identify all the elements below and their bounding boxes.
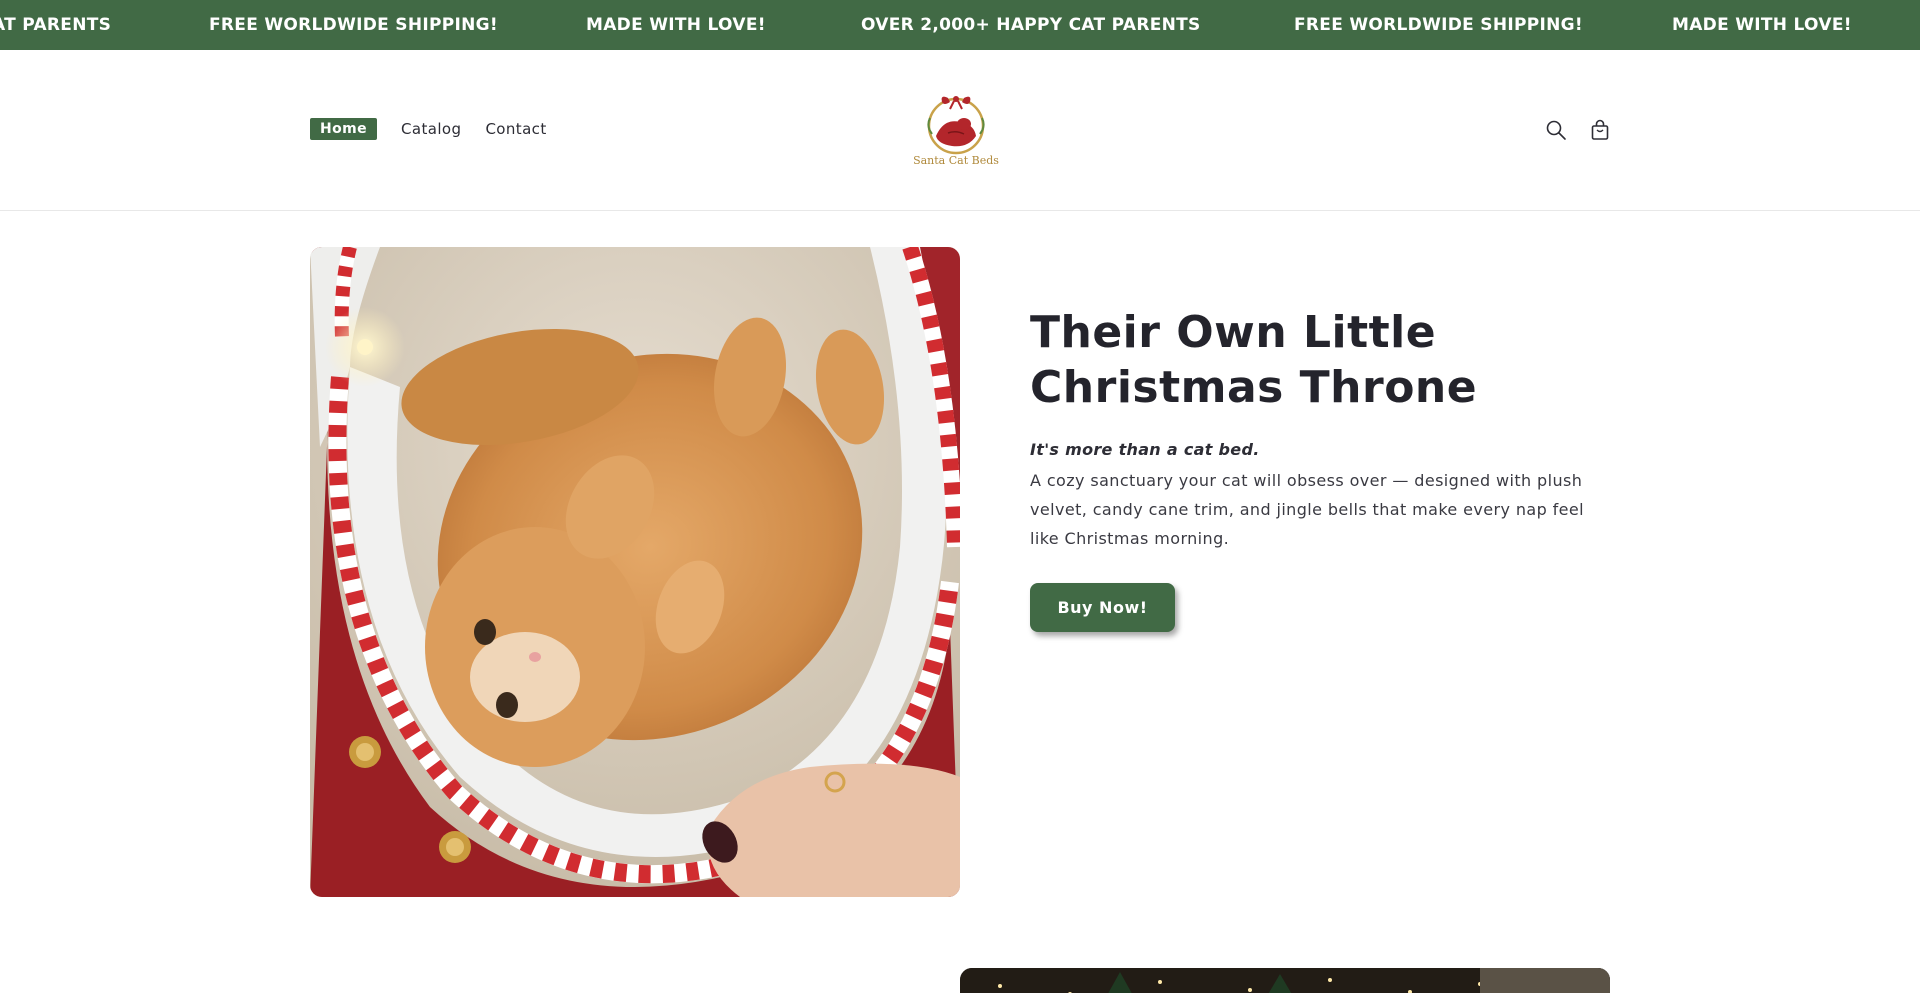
announcement-item: MADE WITH LOVE!	[586, 15, 766, 35]
buy-now-button[interactable]: Buy Now!	[1030, 583, 1175, 632]
announcement-item: FREE WORLDWIDE SHIPPING!	[1294, 15, 1583, 35]
site-logo[interactable]: Santa Cat Beds	[908, 88, 1004, 172]
announcement-item: AT PARENTS	[0, 15, 112, 35]
announcement-item: OVER 2,000+ HAPPY CAT PARENTS	[861, 15, 1201, 35]
hero-description: A cozy sanctuary your cat will obsess ov…	[1030, 471, 1584, 548]
nav-contact-link[interactable]: Contact	[485, 120, 546, 138]
search-icon[interactable]	[1544, 118, 1568, 142]
cart-icon[interactable]	[1588, 118, 1612, 142]
site-header: Home Catalog Contact Santa Cat Beds	[0, 50, 1920, 211]
section-image	[960, 968, 1610, 993]
nav-catalog-link[interactable]: Catalog	[401, 120, 461, 138]
main-nav: Home Catalog Contact	[310, 118, 571, 140]
cat-in-christmas-bed-image	[310, 247, 960, 897]
announcement-item: MADE WITH LOVE!	[1672, 15, 1852, 35]
santa-cat-logo-icon	[927, 96, 985, 155]
hero-title: Their Own Little Christmas Throne	[1030, 305, 1590, 415]
christmas-lights-image	[960, 968, 1610, 993]
nav-home-link[interactable]: Home	[310, 118, 378, 140]
hero-product-image	[310, 247, 960, 897]
hero-title-line-1: Their Own Little	[1030, 307, 1437, 358]
announcement-bar: AT PARENTS FREE WORLDWIDE SHIPPING! MADE…	[0, 0, 1920, 50]
logo-text: Santa Cat Beds	[913, 154, 999, 167]
hero-tagline: It's more than a cat bed.	[1030, 440, 1260, 459]
announcement-item: FREE WORLDWIDE SHIPPING!	[209, 15, 498, 35]
hero-title-line-2: Christmas Throne	[1030, 362, 1478, 413]
